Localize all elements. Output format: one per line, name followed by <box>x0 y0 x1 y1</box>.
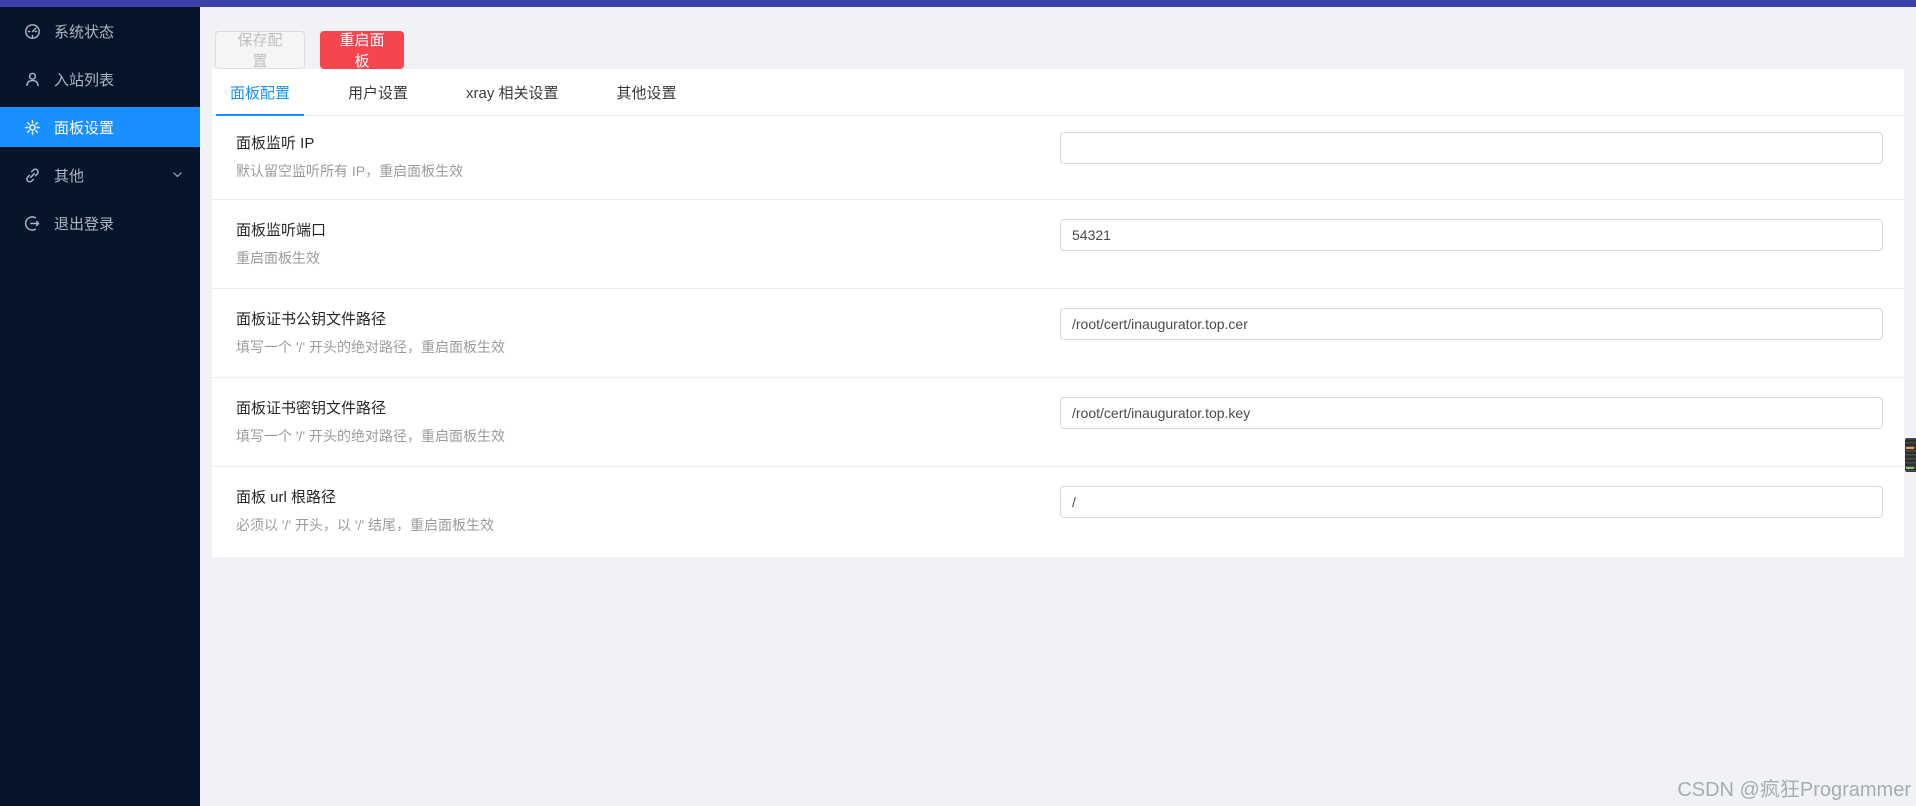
sidebar-item-logout[interactable]: 退出登录 <box>0 203 200 243</box>
tab-xray-settings[interactable]: xray 相关设置 <box>452 69 573 115</box>
row-input[interactable] <box>1060 219 1883 251</box>
settings-row: 面板证书公钥文件路径 填写一个 '/' 开头的绝对路径，重启面板生效 <box>212 289 1904 378</box>
settings-row: 面板 url 根路径 必须以 '/' 开头，以 '/' 结尾，重启面板生效 <box>212 467 1904 556</box>
row-input[interactable] <box>1060 132 1883 164</box>
sidebar-item-label: 其他 <box>54 167 85 185</box>
chevron-down-icon <box>171 168 184 181</box>
content-card: 面板配置 用户设置 xray 相关设置 其他设置 面板监听 IP 默认留空监听所… <box>212 69 1904 557</box>
dashboard-icon <box>24 23 41 40</box>
minimap-green-marker <box>1906 466 1914 469</box>
minimap-orange-marker <box>1906 447 1914 449</box>
row-label: 面板监听 IP <box>236 135 315 152</box>
sidebar-item-other[interactable]: 其他 <box>0 155 200 195</box>
row-label: 面板 url 根路径 <box>236 489 337 506</box>
gear-icon <box>24 119 41 136</box>
sidebar-item-system-status[interactable]: 系统状态 <box>0 11 200 51</box>
row-label: 面板证书密钥文件路径 <box>236 400 387 417</box>
sidebar-item-panel-settings[interactable]: 面板设置 <box>0 107 200 147</box>
settings-row: 面板监听 IP 默认留空监听所有 IP，重启面板生效 <box>212 116 1904 200</box>
save-config-button[interactable]: 保存配置 <box>215 31 305 70</box>
restart-panel-button[interactable]: 重启面板 <box>320 31 404 70</box>
sidebar-item-label: 系统状态 <box>54 23 115 41</box>
tab-bar: 面板配置 用户设置 xray 相关设置 其他设置 <box>212 69 1904 116</box>
logout-icon <box>24 215 41 232</box>
tab-other-settings[interactable]: 其他设置 <box>603 69 691 115</box>
row-desc: 填写一个 '/' 开头的绝对路径，重启面板生效 <box>236 339 506 355</box>
row-input[interactable] <box>1060 486 1883 518</box>
row-desc: 填写一个 '/' 开头的绝对路径，重启面板生效 <box>236 428 506 444</box>
sidebar-item-label: 入站列表 <box>54 71 115 89</box>
settings-row: 面板监听端口 重启面板生效 <box>212 200 1904 289</box>
csdn-watermark: CSDN @疯狂Programmer <box>1677 779 1911 801</box>
sidebar: 系统状态 入站列表 面板设置 其他 退出登录 <box>0 7 200 806</box>
top-accent-bar <box>0 0 1916 7</box>
sidebar-item-label: 退出登录 <box>54 215 115 233</box>
sidebar-item-inbound-list[interactable]: 入站列表 <box>0 59 200 99</box>
row-label: 面板证书公钥文件路径 <box>236 311 387 328</box>
link-icon <box>24 167 41 184</box>
settings-row: 面板证书密钥文件路径 填写一个 '/' 开头的绝对路径，重启面板生效 <box>212 378 1904 467</box>
user-icon <box>24 71 41 88</box>
settings-form: 面板监听 IP 默认留空监听所有 IP，重启面板生效 面板监听端口 重启面板生效… <box>212 116 1904 556</box>
row-desc: 重启面板生效 <box>236 250 320 266</box>
row-desc: 默认留空监听所有 IP，重启面板生效 <box>236 163 464 179</box>
tab-user-settings[interactable]: 用户设置 <box>334 69 422 115</box>
scroll-minimap-widget[interactable] <box>1905 438 1916 472</box>
sidebar-item-label: 面板设置 <box>54 119 115 137</box>
row-desc: 必须以 '/' 开头，以 '/' 结尾，重启面板生效 <box>236 517 495 533</box>
row-input[interactable] <box>1060 397 1883 429</box>
row-label: 面板监听端口 <box>236 222 327 239</box>
row-input[interactable] <box>1060 308 1883 340</box>
tab-panel-config[interactable]: 面板配置 <box>216 69 305 116</box>
